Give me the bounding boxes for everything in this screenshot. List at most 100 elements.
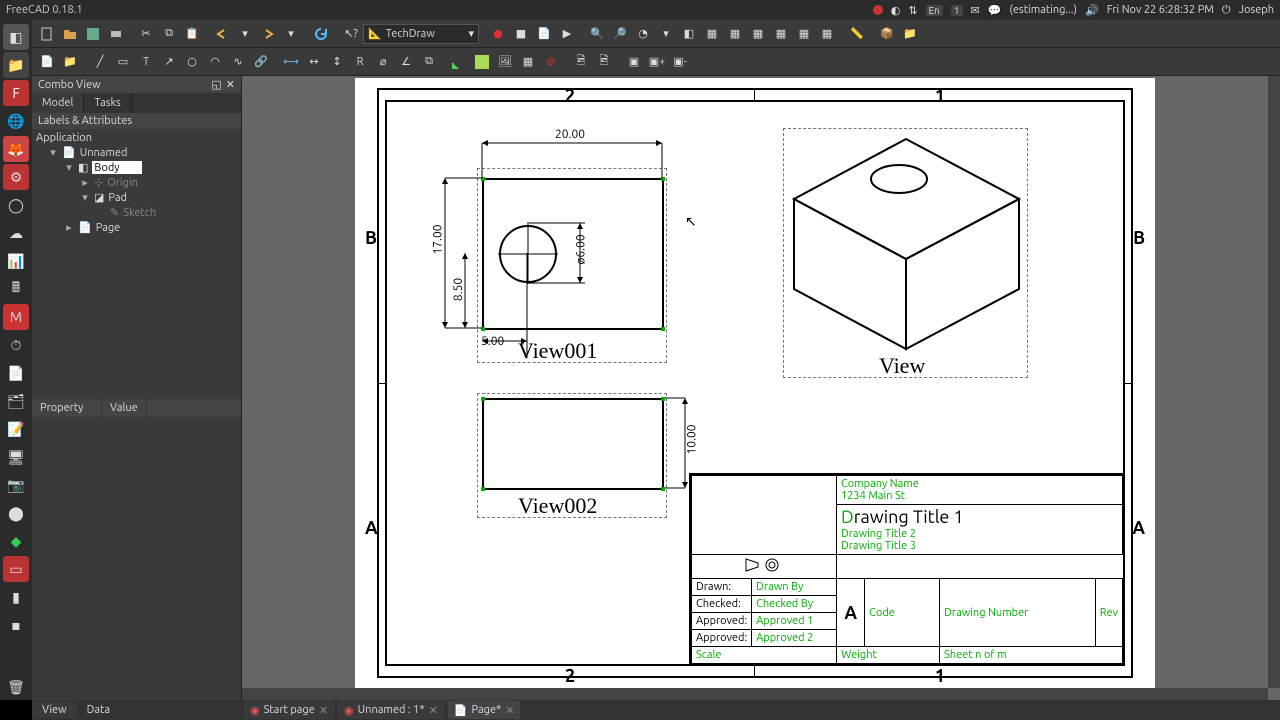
tb-checked-v[interactable]: Checked By [752,596,837,613]
new-file-icon[interactable] [36,23,58,45]
tb-addr[interactable]: 1234 Main St [841,490,905,502]
launcher-app-1-icon[interactable]: 🌐 [3,108,29,134]
front-view-icon[interactable]: ▦ [701,23,723,45]
macro-stop-icon[interactable]: ■ [510,23,532,45]
launcher-app-13-icon[interactable]: 🖥 [3,444,29,470]
export-svg-icon[interactable]: 🖻 [570,51,592,73]
kb-indicator[interactable]: 1 [951,5,963,16]
expand-icon[interactable]: ▾ [64,161,74,174]
circle-annot-icon[interactable]: ○ [181,51,203,73]
value-column[interactable]: Value [102,399,147,417]
tree-sketch[interactable]: ✎Sketch [36,205,237,220]
launcher-app-5-icon[interactable]: ☁ [3,220,29,246]
property-tab-view[interactable]: View [32,702,77,718]
tb-scale[interactable]: Scale [692,647,837,664]
sync-icon[interactable]: ⇅ [908,4,917,17]
dim-length-icon[interactable]: ⟷ [280,51,302,73]
launcher-files-icon[interactable]: 📁 [3,52,29,78]
geom-hatch-icon[interactable] [471,51,493,73]
view-002[interactable]: View002 [477,393,667,518]
insert-projection-icon[interactable]: ▭ [112,51,134,73]
panel-close-icon[interactable]: ✕ [226,78,235,91]
launcher-app-10-icon[interactable]: 📄 [3,360,29,386]
tb-drawn-v[interactable]: Drawn By [752,579,837,596]
expand-icon[interactable]: ▾ [80,191,90,204]
tb-code[interactable]: Code [865,579,940,647]
redo-icon[interactable] [257,23,279,45]
fit-selection-icon[interactable]: 🔎 [609,23,631,45]
fit-all-icon[interactable]: 🔍 [586,23,608,45]
drawing-canvas[interactable]: 2 1 2 1 B B A A [242,76,1280,700]
tb-dwgnum[interactable]: Drawing Number [940,579,1096,647]
tb-title1[interactable]: rawing Title 1 [854,507,964,527]
open-file-icon[interactable] [59,23,81,45]
clip-group-icon[interactable]: ▣ [623,51,645,73]
curve-annot-icon[interactable]: ∿ [227,51,249,73]
clip-add-icon[interactable]: ▣+ [646,51,668,73]
dim-link-icon[interactable]: ⧉ [418,51,440,73]
launcher-app-2-icon[interactable]: 🦊 [3,136,29,162]
bottom-view-icon[interactable]: ▦ [793,23,815,45]
link-icon[interactable]: 🔗 [250,51,272,73]
close-icon[interactable]: ✕ [505,704,514,717]
launcher-trash-icon[interactable]: 🗑 [3,674,29,700]
scrollbar-horizontal[interactable] [242,688,1268,700]
tree-pad[interactable]: ▾◪Pad [36,190,237,205]
undo-dropdown-icon[interactable]: ▾ [234,23,256,45]
tree-doc[interactable]: ▾📄Unnamed [36,145,237,160]
tree-body-editing[interactable]: ▾◧ [36,160,237,175]
redo-dropdown-icon[interactable]: ▾ [280,23,302,45]
draw-style-icon[interactable]: ◔ [632,23,654,45]
dim-view001-width[interactable]: 20.00 [555,128,585,141]
updates-icon[interactable]: ◐ [891,4,901,17]
dim-view001-height[interactable]: 17.00 [432,224,445,254]
annotation-icon[interactable]: T [135,51,157,73]
panel-float-icon[interactable]: ◱ [211,78,221,91]
copy-icon[interactable]: ⧉ [158,23,180,45]
dim-view002-height[interactable]: 10.00 [686,424,699,454]
launcher-app-6-icon[interactable]: 📊 [3,248,29,274]
doctab-page[interactable]: 📄Page*✕ [448,701,521,719]
cut-icon[interactable]: ✂ [135,23,157,45]
launcher-app-18-icon[interactable]: ▮ [3,584,29,610]
power-icon[interactable]: ⏻ [1222,4,1231,17]
expand-icon[interactable]: ▸ [64,221,74,234]
tb-title3[interactable]: Drawing Title 3 [841,540,1118,552]
left-view-icon[interactable]: ▦ [816,23,838,45]
dim-horizontal-icon[interactable]: ↔ [303,51,325,73]
launcher-app-7-icon[interactable]: 🖩 [3,276,29,302]
expand-icon[interactable]: ▾ [48,146,58,159]
macro-edit-icon[interactable]: 📄 [533,23,555,45]
paste-icon[interactable]: 📋 [181,23,203,45]
launcher-freecad-icon[interactable]: F [3,80,29,106]
tb-appr1-v[interactable]: Approved 1 [752,613,837,630]
macro-run-icon[interactable]: ▶ [556,23,578,45]
whats-this-icon[interactable]: ↖? [340,23,362,45]
lang-indicator[interactable]: En [926,5,943,16]
launcher-app-17-icon[interactable]: ▭ [3,556,29,582]
dim-diameter-icon[interactable]: ⌀ [372,51,394,73]
tree-application[interactable]: Application [36,131,237,145]
model-tree[interactable]: Application ▾📄Unnamed ▾◧ ▸⊹Origin ▾◪Pad … [32,129,241,399]
dim-vertical-icon[interactable]: ↕ [326,51,348,73]
launcher-app-16-icon[interactable]: ◆ [3,528,29,554]
macro-record-icon[interactable]: ● [487,23,509,45]
dim-view001-hole-y[interactable]: 8.50 [452,278,465,301]
clock[interactable]: Fri Nov 22 6:28:32 PM [1107,4,1214,16]
dim-view001-hole-x[interactable]: 5.00 [481,335,504,348]
tab-tasks[interactable]: Tasks [84,93,131,113]
tb-size[interactable]: A [837,579,865,647]
tab-model[interactable]: Model [32,93,84,113]
tb-weight[interactable]: Weight [837,647,940,664]
image-icon[interactable]: 🖼 [494,51,516,73]
new-page-icon[interactable]: 📄 [36,51,58,73]
toggle-frame-icon[interactable]: ⊘ [540,51,562,73]
leader-icon[interactable]: ↗ [158,51,180,73]
group-icon[interactable]: 📁 [899,23,921,45]
arc-annot-icon[interactable]: ◠ [204,51,226,73]
view-iso[interactable]: View [783,128,1028,378]
mail-icon[interactable]: ✉ [971,4,980,17]
tree-rename-input[interactable] [92,161,142,174]
tb-rev[interactable]: Rev [1095,579,1122,647]
export-dxf-icon[interactable]: 🖻 [593,51,615,73]
